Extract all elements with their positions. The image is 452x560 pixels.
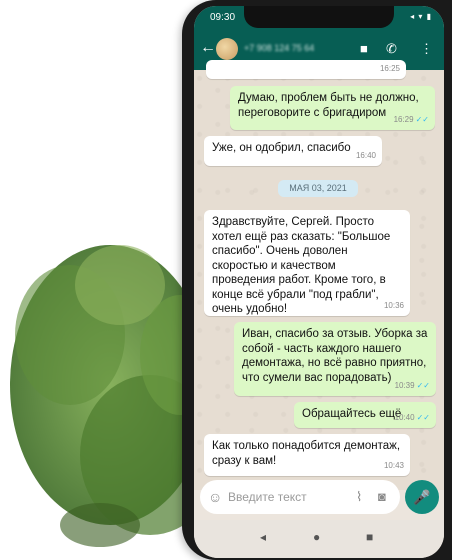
message-bubble: Думаю, проблем быть не должно, переговор… xyxy=(230,86,435,130)
message-time: 10:43 xyxy=(383,460,404,470)
read-ticks-icon: ✓✓ xyxy=(415,114,429,124)
camera-icon[interactable]: ◙ xyxy=(378,489,386,504)
phone-call-icon[interactable]: ✆ xyxy=(386,41,397,57)
nav-back-icon[interactable]: ◂ xyxy=(260,530,266,544)
date-chip: МАЯ 03, 2021 xyxy=(278,180,358,197)
contact-phone[interactable]: +7 908 124 75 64 xyxy=(244,43,314,53)
message-text: Как только понадобится демонтаж, сразу к… xyxy=(212,440,401,467)
status-time: 09:30 xyxy=(210,12,236,23)
message-bubble: Как только понадобится демонтаж, сразу к… xyxy=(204,434,410,476)
message-text: Уже, он одобрил, спасибо xyxy=(212,142,351,154)
message-text: Думаю, проблем быть не должно, переговор… xyxy=(238,92,419,119)
message-time: 16:29 xyxy=(393,114,414,124)
attach-icon[interactable]: ⌇ xyxy=(356,489,362,505)
message-text: Здравствуйте, Сергей. Просто хотел ещё р… xyxy=(212,216,391,315)
message-time: 10:39 xyxy=(394,380,415,390)
chat-area: 16:25 Думаю, проблем быть не должно, пер… xyxy=(194,60,444,490)
phone-screen: 09:30 ◂ ▾ ▮ ← +7 908 124 75 64 ■ ✆ ⋮ 16:… xyxy=(194,6,444,558)
status-icons: ◂ ▾ ▮ xyxy=(410,12,432,21)
read-ticks-icon: ✓✓ xyxy=(416,380,430,390)
menu-icon[interactable]: ⋮ xyxy=(420,41,433,57)
message-time: 10:36 xyxy=(383,300,404,310)
back-arrow-icon[interactable]: ← xyxy=(200,39,216,57)
nav-home-icon[interactable]: ● xyxy=(313,530,320,544)
read-ticks-icon: ✓✓ xyxy=(416,412,430,422)
partial-message: 16:25 xyxy=(206,60,406,79)
mic-button[interactable]: 🎤 xyxy=(405,480,439,514)
message-bubble: Обращайтесь ещё 10:40 ✓✓ xyxy=(294,402,436,428)
emoji-icon[interactable]: ☺ xyxy=(208,489,222,505)
message-text: Обращайтесь ещё xyxy=(302,408,402,420)
system-nav-bar: ◂ ● ■ xyxy=(194,520,444,558)
camera-notch xyxy=(244,6,394,28)
message-input[interactable]: Введите текст xyxy=(228,490,307,504)
message-bubble: Здравствуйте, Сергей. Просто хотел ещё р… xyxy=(204,210,410,316)
message-bubble: Иван, спасибо за отзыв. Уборка за собой … xyxy=(234,322,436,396)
message-time: 16:40 xyxy=(355,150,376,160)
message-time: 10:40 xyxy=(394,412,415,422)
avatar[interactable] xyxy=(216,38,238,60)
message-text: Иван, спасибо за отзыв. Уборка за собой … xyxy=(242,328,428,384)
nav-recent-icon[interactable]: ■ xyxy=(366,530,373,544)
message-input-bar[interactable]: ☺ Введите текст ⌇ ◙ xyxy=(200,480,400,514)
video-call-icon[interactable]: ■ xyxy=(360,41,368,56)
message-bubble: Уже, он одобрил, спасибо 16:40 xyxy=(204,136,382,166)
